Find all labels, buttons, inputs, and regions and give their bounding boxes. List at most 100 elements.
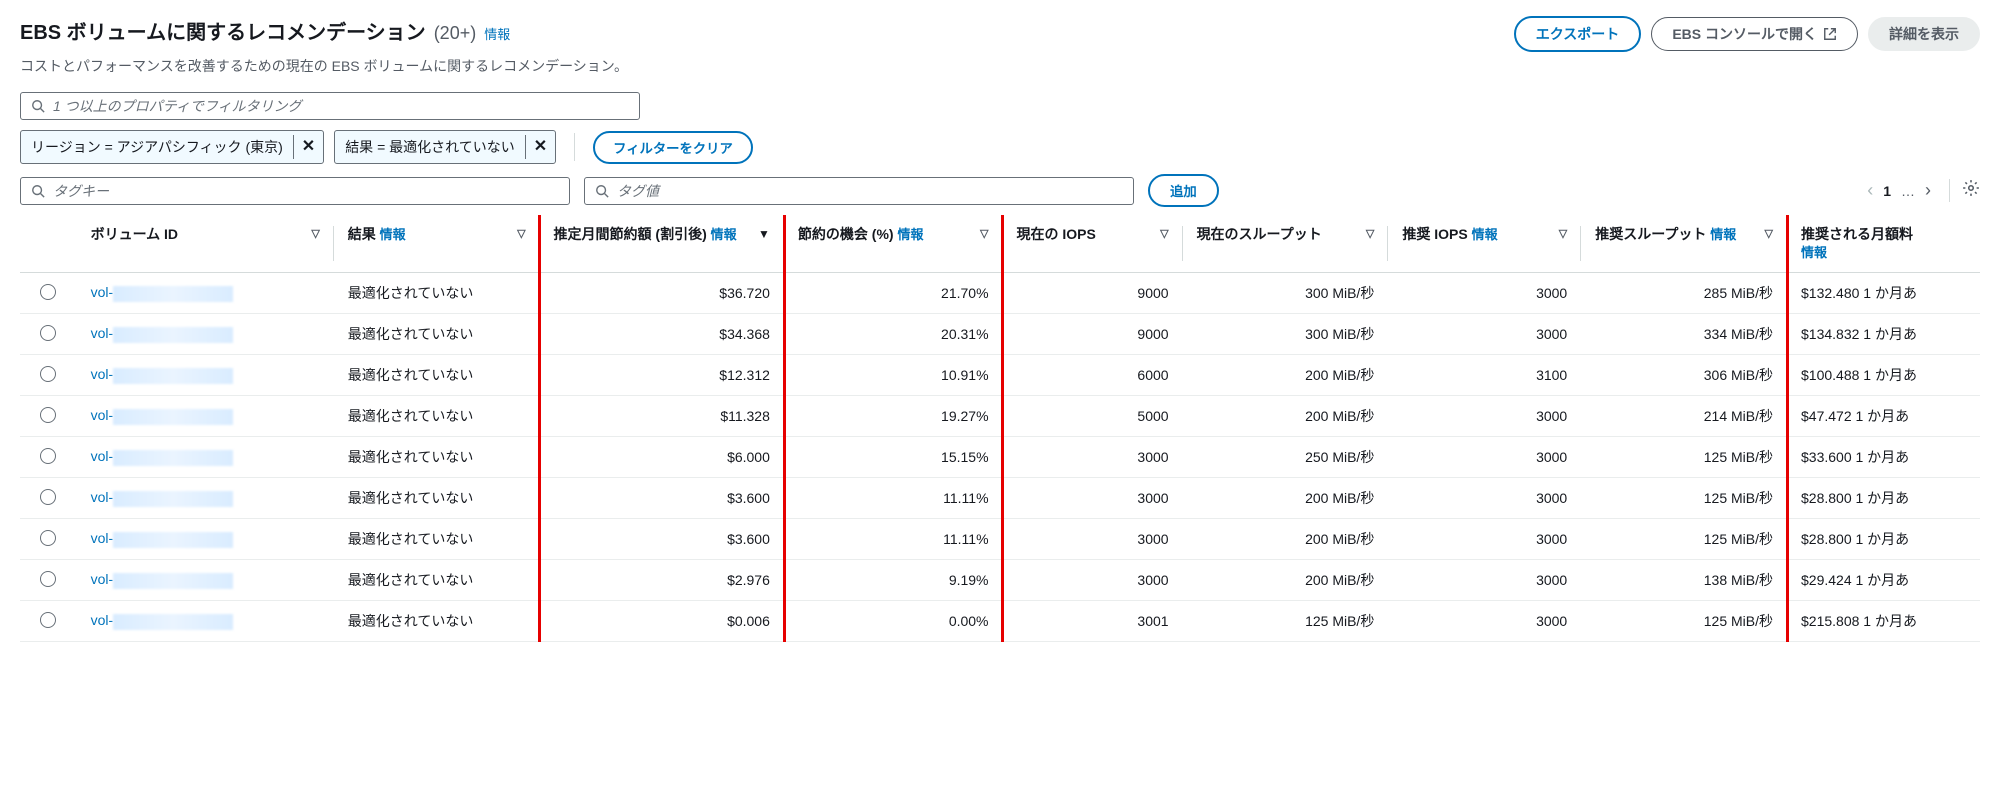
volume-link[interactable]: vol-: [91, 612, 114, 628]
prev-page-button[interactable]: ‹: [1867, 180, 1873, 201]
cell-rec-monthly: $29.424 1 か月あ: [1787, 560, 1980, 601]
clear-filters-button[interactable]: フィルターをクリア: [593, 131, 753, 164]
search-icon: [31, 99, 45, 113]
row-select-radio[interactable]: [40, 366, 56, 382]
cell-rec-monthly: $100.488 1 か月あ: [1787, 355, 1980, 396]
cell-result: 最適化されていない: [334, 437, 540, 478]
sort-icon[interactable]: ▼: [758, 227, 770, 241]
redacted: [113, 573, 233, 589]
cell-savings: $2.976: [540, 560, 784, 601]
cell-rec-throughput: 334 MiB/秒: [1581, 314, 1787, 355]
cell-savings: $3.600: [540, 478, 784, 519]
col-select: [20, 215, 77, 273]
page-title: EBS ボリュームに関するレコメンデーション: [20, 16, 426, 45]
show-detail-button[interactable]: 詳細を表示: [1868, 17, 1980, 51]
col-rec-monthly[interactable]: 推奨される月額料情報: [1787, 215, 1980, 273]
search-icon: [595, 184, 609, 198]
page-number: 1: [1883, 183, 1891, 199]
cell-current-iops: 3000: [1003, 560, 1183, 601]
col-rec-throughput[interactable]: 推奨スループット 情報▽: [1581, 215, 1787, 273]
cell-current-throughput: 200 MiB/秒: [1183, 478, 1389, 519]
info-link[interactable]: 情報: [1710, 227, 1736, 242]
volume-link[interactable]: vol-: [91, 366, 114, 382]
cell-rec-throughput: 214 MiB/秒: [1581, 396, 1787, 437]
cell-rec-iops: 3100: [1388, 355, 1581, 396]
tag-value-input[interactable]: [617, 183, 1123, 199]
gear-icon: [1962, 179, 1980, 197]
row-select-radio[interactable]: [40, 407, 56, 423]
cell-rec-monthly: $33.600 1 か月あ: [1787, 437, 1980, 478]
cell-rec-throughput: 306 MiB/秒: [1581, 355, 1787, 396]
title-info-link[interactable]: 情報: [484, 24, 510, 43]
cell-current-throughput: 300 MiB/秒: [1183, 314, 1389, 355]
cell-rec-monthly: $132.480 1 か月あ: [1787, 273, 1980, 314]
filter-token-result-remove[interactable]: ✕: [525, 135, 555, 159]
tag-key-filter[interactable]: [20, 177, 570, 205]
cell-opportunity: 10.91%: [784, 355, 1003, 396]
sort-icon[interactable]: ▽: [980, 227, 988, 240]
info-link[interactable]: 情報: [711, 227, 737, 242]
info-link[interactable]: 情報: [897, 227, 923, 242]
info-link[interactable]: 情報: [1472, 227, 1498, 242]
sort-icon[interactable]: ▽: [1559, 227, 1567, 240]
row-select-radio[interactable]: [40, 489, 56, 505]
sort-icon[interactable]: ▽: [1765, 227, 1773, 240]
sort-icon[interactable]: ▽: [1160, 227, 1168, 240]
table-row: vol-最適化されていない$36.72021.70%9000300 MiB/秒3…: [20, 273, 1980, 314]
settings-button[interactable]: [1949, 179, 1980, 202]
col-volume-id[interactable]: ボリューム ID▽: [77, 215, 334, 273]
tag-value-filter[interactable]: [584, 177, 1134, 205]
add-tag-button[interactable]: 追加: [1148, 174, 1219, 207]
property-filter-input[interactable]: [53, 98, 629, 114]
cell-rec-iops: 3000: [1388, 437, 1581, 478]
result-count: (20+): [434, 23, 477, 44]
col-result[interactable]: 結果 情報▽: [334, 215, 540, 273]
col-current-iops[interactable]: 現在の IOPS▽: [1003, 215, 1183, 273]
col-savings[interactable]: 推定月間節約額 (割引後) 情報▼: [540, 215, 784, 273]
row-select-radio[interactable]: [40, 325, 56, 341]
volume-link[interactable]: vol-: [91, 530, 114, 546]
volume-link[interactable]: vol-: [91, 407, 114, 423]
cell-opportunity: 11.11%: [784, 519, 1003, 560]
cell-current-iops: 3001: [1003, 601, 1183, 642]
redacted: [113, 491, 233, 507]
row-select-radio[interactable]: [40, 612, 56, 628]
volume-link[interactable]: vol-: [91, 489, 114, 505]
open-ebs-console-button[interactable]: EBS コンソールで開く: [1651, 17, 1858, 51]
col-opportunity[interactable]: 節約の機会 (%) 情報▽: [784, 215, 1003, 273]
sort-icon[interactable]: ▽: [517, 227, 525, 240]
cell-result: 最適化されていない: [334, 273, 540, 314]
cell-result: 最適化されていない: [334, 601, 540, 642]
next-page-button[interactable]: ›: [1925, 180, 1931, 201]
volume-link[interactable]: vol-: [91, 325, 114, 341]
row-select-radio[interactable]: [40, 284, 56, 300]
cell-current-throughput: 200 MiB/秒: [1183, 560, 1389, 601]
row-select-radio[interactable]: [40, 530, 56, 546]
sort-icon[interactable]: ▽: [1366, 227, 1374, 240]
cell-savings: $6.000: [540, 437, 784, 478]
property-filter[interactable]: [20, 92, 640, 120]
redacted: [113, 614, 233, 630]
cell-result: 最適化されていない: [334, 396, 540, 437]
cell-result: 最適化されていない: [334, 355, 540, 396]
info-link[interactable]: 情報: [1801, 245, 1827, 260]
info-link[interactable]: 情報: [380, 227, 406, 242]
cell-opportunity: 15.15%: [784, 437, 1003, 478]
cell-current-throughput: 125 MiB/秒: [1183, 601, 1389, 642]
volume-link[interactable]: vol-: [91, 448, 114, 464]
export-button[interactable]: エクスポート: [1514, 16, 1642, 52]
col-rec-iops[interactable]: 推奨 IOPS 情報▽: [1388, 215, 1581, 273]
row-select-radio[interactable]: [40, 448, 56, 464]
sort-icon[interactable]: ▽: [311, 227, 319, 240]
tag-key-input[interactable]: [53, 183, 559, 199]
filter-token-region: リージョン = アジアパシフィック (東京) ✕: [20, 130, 324, 164]
cell-rec-iops: 3000: [1388, 396, 1581, 437]
volume-link[interactable]: vol-: [91, 284, 114, 300]
volume-link[interactable]: vol-: [91, 571, 114, 587]
search-icon: [31, 184, 45, 198]
row-select-radio[interactable]: [40, 571, 56, 587]
filter-token-region-remove[interactable]: ✕: [293, 135, 323, 159]
cell-current-iops: 3000: [1003, 519, 1183, 560]
table-row: vol-最適化されていない$2.9769.19%3000200 MiB/秒300…: [20, 560, 1980, 601]
col-current-throughput[interactable]: 現在のスループット▽: [1183, 215, 1389, 273]
